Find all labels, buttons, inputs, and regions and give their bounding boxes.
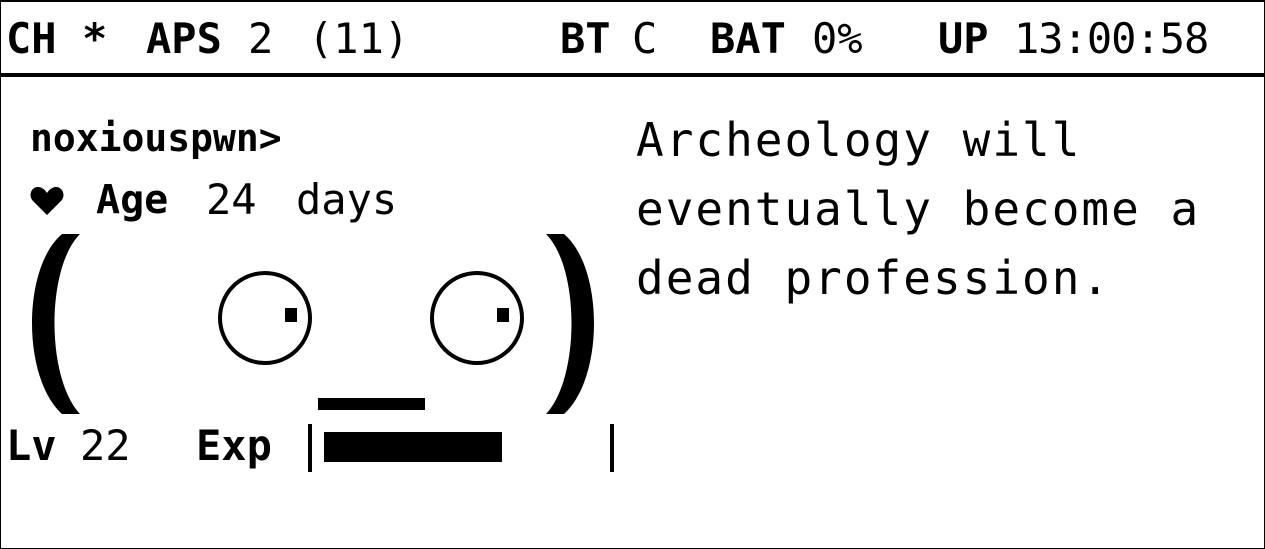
status-bar: CH * APS 2 (11) BT C BAT 0% UP 13:00:58 [0,4,1265,72]
age-unit: days [296,175,398,224]
right-eye-icon [430,271,524,365]
exp-bar-left-cap [308,424,312,472]
pet-face [32,234,594,414]
exp-bar-track [324,432,594,462]
exp-label: Exp [196,421,272,470]
heart-icon [30,187,64,215]
up-label: UP [938,14,989,63]
exp-bar-right-cap [610,424,614,472]
age-label: Age [96,177,169,223]
right-bracket-icon [546,234,594,414]
exp-bar-fill [324,432,503,462]
aps-label: APS [146,14,222,63]
status-divider [0,73,1265,77]
top-edge [0,0,1265,2]
exp-progress-bar [308,424,618,472]
bt-value: C [632,14,658,63]
message-text: Archeology will eventually become a dead… [636,113,1201,305]
ch-label: CH [6,14,57,63]
aps-value: 2 [248,14,274,63]
bat-value: 0% [812,14,863,63]
bt-label: BT [560,14,611,63]
ch-value: * [82,14,108,63]
left-bracket-icon [32,234,80,414]
aps-count: (11) [308,14,410,63]
level-value: 22 [80,421,131,470]
uptime-value: 13:00:58 [1014,14,1209,63]
age-row: Age 24 days [30,172,397,228]
age-value: 24 [206,175,257,224]
mouth-icon [318,398,425,410]
pet-name: noxiouspwn> [30,116,282,160]
level-label: Lv [6,421,57,470]
bat-label: BAT [710,14,786,63]
left-eye-icon [218,271,312,365]
